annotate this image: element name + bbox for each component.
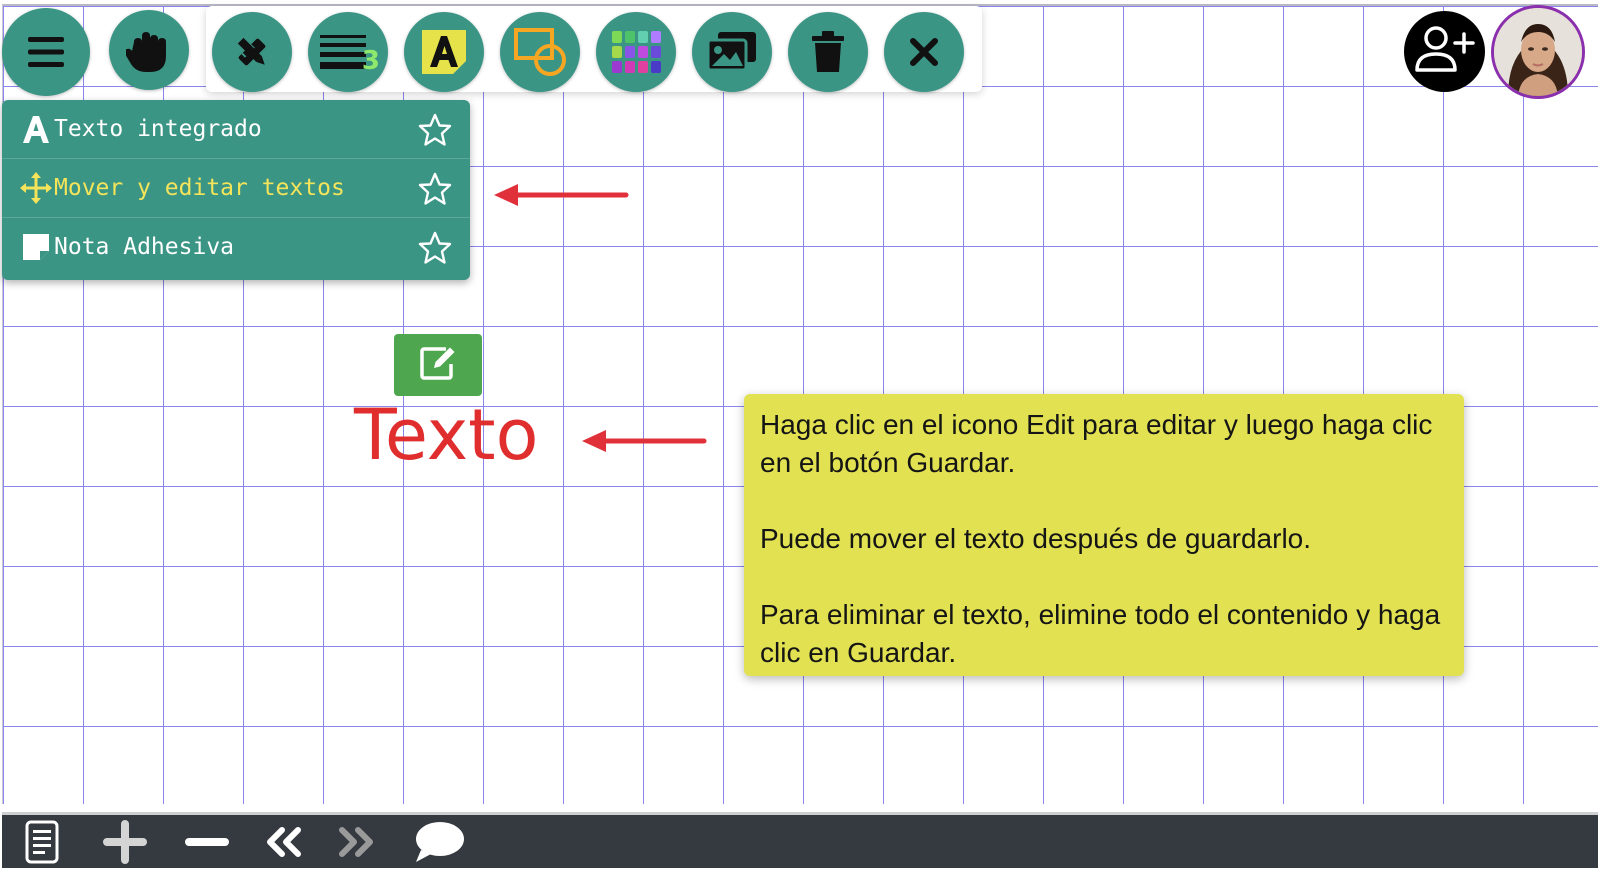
close-icon: [909, 37, 939, 67]
menu-button[interactable]: [2, 8, 90, 96]
menu-item-nota-adhesiva[interactable]: Nota Adhesiva: [2, 218, 470, 276]
images-icon: [706, 30, 758, 74]
star-icon[interactable]: [418, 172, 452, 212]
edit-text-button[interactable]: [394, 334, 482, 396]
move-arrows-icon: [18, 171, 54, 205]
shapes-button[interactable]: [500, 12, 580, 92]
user-avatar[interactable]: [1491, 5, 1585, 99]
previous-page-button[interactable]: [260, 821, 306, 867]
double-chevron-right-icon: [336, 826, 378, 863]
menu-item-label: Texto integrado: [54, 116, 262, 142]
draw-button[interactable]: [212, 12, 292, 92]
letter-a-icon: [18, 114, 54, 144]
text-a-icon: [419, 27, 469, 77]
note-paragraph: Haga clic en el icono Edit para editar y…: [760, 409, 1433, 478]
hamburger-icon: [26, 35, 66, 69]
star-icon[interactable]: [418, 113, 452, 153]
hand-button[interactable]: [109, 10, 189, 90]
minus-icon: [185, 835, 229, 853]
menu-item-texto-integrado[interactable]: Texto integrado: [2, 100, 470, 159]
colors-button[interactable]: [596, 12, 676, 92]
chat-bubble-icon: [413, 820, 465, 869]
double-chevron-left-icon: [262, 826, 304, 863]
zoom-in-button[interactable]: [102, 819, 148, 869]
sticky-note[interactable]: Haga clic en el icono Edit para editar y…: [744, 394, 1464, 676]
sticky-note-icon: [18, 233, 54, 261]
note-paragraph: Puede mover el texto después de guardarl…: [760, 523, 1312, 554]
note-paragraph: Para eliminar el texto, elimine todo el …: [760, 599, 1441, 668]
trash-icon: [810, 30, 846, 74]
pencil-ruler-icon: [230, 30, 274, 74]
text-tools-menu: Texto integrado Mover y editar textos No…: [2, 100, 470, 280]
menu-item-label: Nota Adhesiva: [54, 234, 235, 260]
images-button[interactable]: [692, 12, 772, 92]
next-page-button[interactable]: [334, 821, 380, 867]
menu-item-label: Mover y editar textos: [54, 175, 345, 201]
add-user-icon: [1414, 24, 1476, 79]
avatar-portrait: [1494, 8, 1582, 96]
delete-button[interactable]: [788, 12, 868, 92]
chat-button[interactable]: [412, 821, 466, 867]
hand-icon: [126, 28, 172, 72]
add-user-button[interactable]: [1404, 11, 1485, 92]
zoom-out-button[interactable]: [184, 821, 230, 867]
annotation-arrow-menu: [494, 184, 629, 206]
star-icon[interactable]: [418, 231, 452, 271]
close-button[interactable]: [884, 12, 964, 92]
line-width-button[interactable]: 3: [308, 12, 388, 92]
annotation-arrow-text: [582, 430, 707, 452]
sample-text-object[interactable]: Texto: [354, 400, 538, 470]
page-icon: [25, 820, 59, 869]
menu-item-mover-editar[interactable]: Mover y editar textos: [2, 159, 470, 218]
bottom-toolbar: [2, 812, 1598, 868]
plus-icon: [103, 819, 147, 869]
line-width-badge: 3: [361, 46, 380, 76]
color-palette-icon: [610, 29, 662, 75]
edit-icon: [420, 346, 456, 385]
line-width-icon: 3: [318, 32, 380, 76]
shapes-icon: [512, 26, 568, 78]
text-button[interactable]: [404, 12, 484, 92]
page-button[interactable]: [22, 820, 62, 869]
